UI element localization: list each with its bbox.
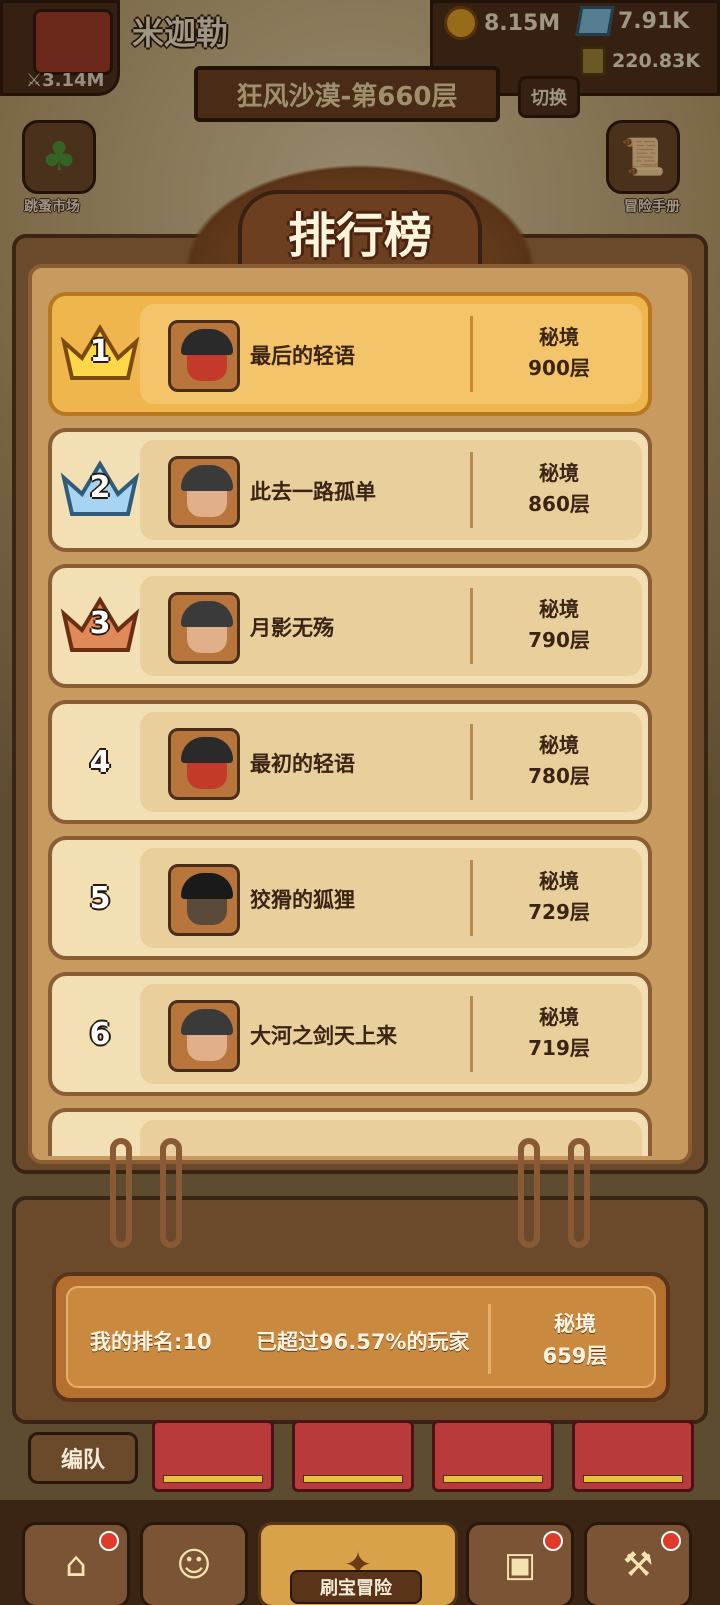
row-background — [140, 1120, 642, 1156]
notification-badge — [543, 1531, 563, 1551]
realm-floor: 780层 — [528, 764, 590, 788]
my-realm-info: 秘境 659层 — [492, 1308, 658, 1372]
player-name: 大河之剑天上来 — [250, 1024, 397, 1048]
realm-info: 秘境 900层 — [476, 322, 642, 384]
realm-floor: 860层 — [528, 492, 590, 516]
player-name: 此去一路孤单 — [250, 480, 376, 504]
binder-ring — [160, 1138, 182, 1248]
player-name: 狡猾的狐狸 — [250, 888, 355, 912]
player-name: 月影无殇 — [250, 616, 334, 640]
leaderboard-row[interactable]: 4 最初的轻语 秘境 780层 — [48, 700, 652, 824]
rank-number: 1 — [89, 334, 111, 369]
realm-label: 秘境 — [539, 869, 579, 893]
leaderboard-title: 排行榜 — [287, 208, 432, 264]
realm-info: 秘境 780层 — [476, 730, 642, 792]
notification-badge — [99, 1531, 119, 1551]
my-rank-label: 我的排名:10 — [90, 1330, 212, 1354]
leaderboard-row[interactable]: 2 此去一路孤单 秘境 860层 — [48, 428, 652, 552]
realm-info: 秘境 790层 — [476, 594, 642, 656]
realm-floor: 790层 — [528, 628, 590, 652]
nav-shop[interactable]: ⌂ — [22, 1522, 130, 1605]
rank-number: 4 — [89, 744, 111, 780]
rank-number: 2 — [89, 470, 111, 505]
binder-ring — [568, 1138, 590, 1248]
rank-number: 5 — [89, 880, 111, 916]
leaderboard-row[interactable]: 3 月影无殇 秘境 790层 — [48, 564, 652, 688]
avatar[interactable] — [168, 728, 240, 800]
realm-label: 秘境 — [539, 733, 579, 757]
row-divider — [470, 316, 473, 392]
hero-hp-bar — [303, 1475, 403, 1483]
hero-card[interactable] — [432, 1420, 554, 1492]
binder-ring — [518, 1138, 540, 1248]
row-divider — [470, 996, 473, 1072]
nav-hero[interactable]: ☺ — [140, 1522, 248, 1605]
realm-label: 秘境 — [539, 597, 579, 621]
realm-info: 秘境 729层 — [476, 866, 642, 928]
hero-icon: ☺ — [176, 1545, 212, 1585]
nav-bag[interactable]: ▣ — [466, 1522, 574, 1605]
nav-adventure-label: 刷宝冒险 — [290, 1570, 422, 1604]
realm-label: 秘境 — [539, 1005, 579, 1029]
player-name: 最后的轻语 — [250, 344, 355, 368]
my-rank-inner: 我的排名:10 已超过96.57%的玩家 秘境 659层 — [66, 1286, 656, 1388]
realm-floor: 659层 — [542, 1344, 608, 1368]
hero-card[interactable] — [572, 1420, 694, 1492]
avatar[interactable] — [168, 864, 240, 936]
hero-card[interactable] — [152, 1420, 274, 1492]
avatar[interactable] — [168, 592, 240, 664]
my-rank-row: 我的排名:10 已超过96.57%的玩家 秘境 659层 — [52, 1272, 670, 1402]
realm-floor: 729层 — [528, 900, 590, 924]
row-divider — [488, 1304, 491, 1374]
notification-badge — [661, 1531, 681, 1551]
player-name: 最初的轻语 — [250, 752, 355, 776]
realm-label: 秘境 — [554, 1312, 596, 1336]
leaderboard-row[interactable]: 1 最后的轻语 秘境 900层 — [48, 292, 652, 416]
leaderboard-row[interactable]: 5 狡猾的狐狸 秘境 729层 — [48, 836, 652, 960]
realm-label: 秘境 — [539, 325, 579, 349]
nav-forge[interactable]: ⚒ — [584, 1522, 692, 1605]
avatar[interactable] — [168, 1000, 240, 1072]
row-divider — [470, 860, 473, 936]
leaderboard-row[interactable] — [48, 1108, 652, 1156]
rank-number: 6 — [89, 1016, 111, 1052]
hero-hp-bar — [583, 1475, 683, 1483]
hero-hp-bar — [443, 1475, 543, 1483]
my-rank-percentile: 已超过96.57%的玩家 — [256, 1330, 470, 1354]
realm-floor: 900层 — [528, 356, 590, 380]
realm-info: 秘境 860层 — [476, 458, 642, 520]
row-divider — [470, 724, 473, 800]
leaderboard-row[interactable]: 6 大河之剑天上来 秘境 719层 — [48, 972, 652, 1096]
avatar[interactable] — [168, 320, 240, 392]
row-divider — [470, 588, 473, 664]
rank-number: 3 — [89, 606, 111, 641]
avatar[interactable] — [168, 456, 240, 528]
realm-floor: 719层 — [528, 1036, 590, 1060]
hero-card[interactable] — [292, 1420, 414, 1492]
row-divider — [470, 452, 473, 528]
realm-info: 秘境 719层 — [476, 1002, 642, 1064]
team-formation-button[interactable]: 编队 — [28, 1432, 138, 1484]
binder-ring — [110, 1138, 132, 1248]
leaderboard-list[interactable]: 1 最后的轻语 秘境 900层 2 此去一路孤单 秘境 860层 3 月影无殇 … — [40, 276, 680, 1156]
realm-label: 秘境 — [539, 461, 579, 485]
hero-hp-bar — [163, 1475, 263, 1483]
